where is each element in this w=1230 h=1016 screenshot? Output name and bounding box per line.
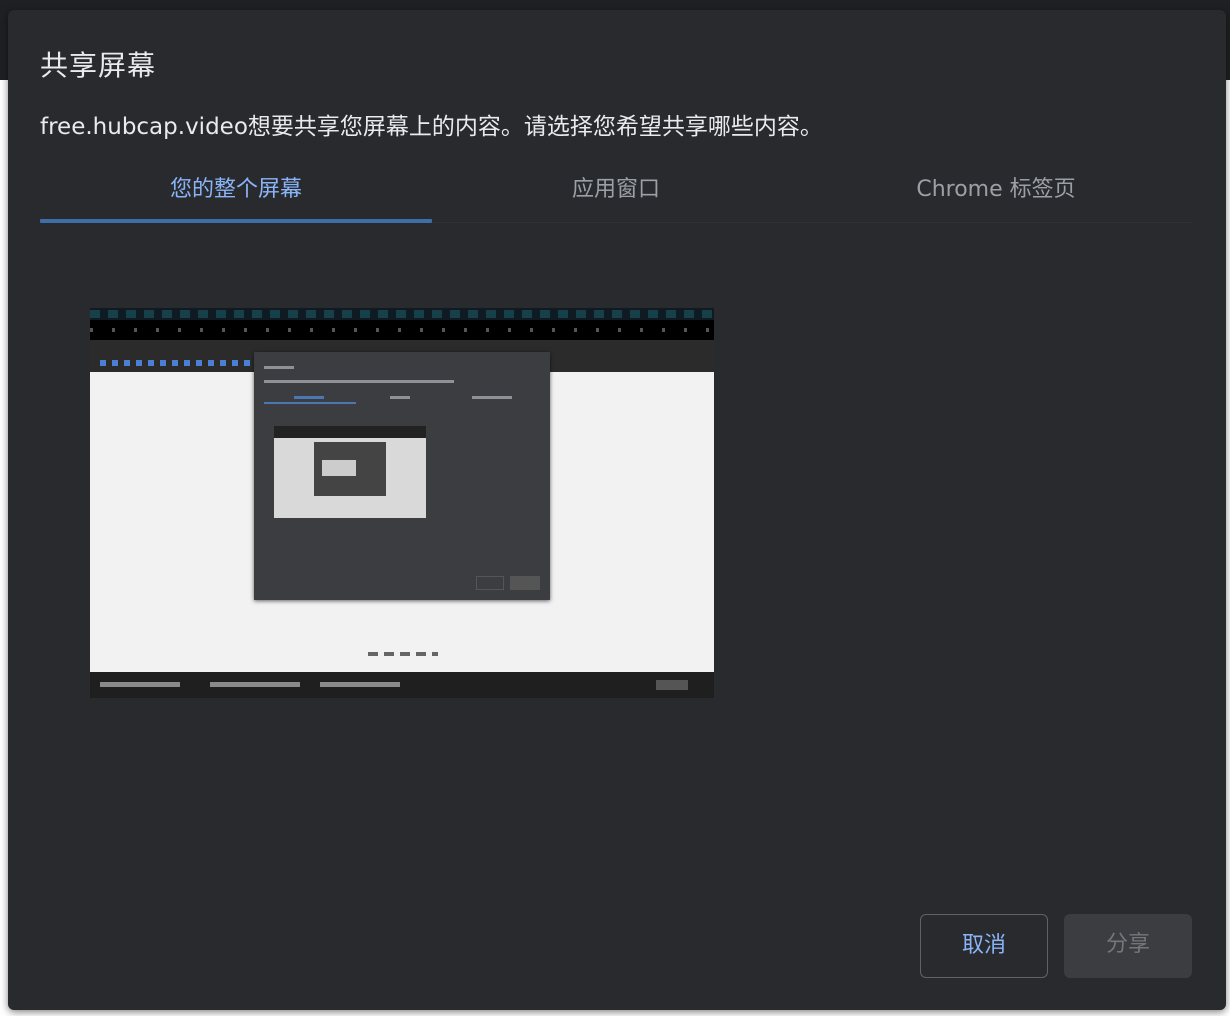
preview-tabstrip: [90, 320, 714, 340]
dialog-description: free.hubcap.video想要共享您屏幕上的内容。请选择您希望共享哪些内…: [40, 114, 823, 140]
share-screen-dialog: 共享屏幕 free.hubcap.video想要共享您屏幕上的内容。请选择您希望…: [8, 10, 1226, 1010]
tab-application-window[interactable]: 应用窗口: [420, 170, 812, 222]
tab-entire-screen[interactable]: 您的整个屏幕: [40, 170, 432, 223]
preview-nested-dialog: [254, 352, 550, 600]
dialog-title: 共享屏幕: [40, 49, 157, 82]
preview-menubar: [90, 308, 714, 320]
screen-preview-thumbnail[interactable]: [90, 308, 714, 698]
tab-chrome-tab[interactable]: Chrome 标签页: [800, 170, 1192, 222]
preview-page-text: [368, 652, 438, 656]
source-tabs: 您的整个屏幕 应用窗口 Chrome 标签页: [40, 170, 1192, 223]
cancel-button[interactable]: 取消: [920, 914, 1048, 978]
preview-download-bar: [90, 672, 714, 698]
share-button[interactable]: 分享: [1064, 914, 1192, 978]
